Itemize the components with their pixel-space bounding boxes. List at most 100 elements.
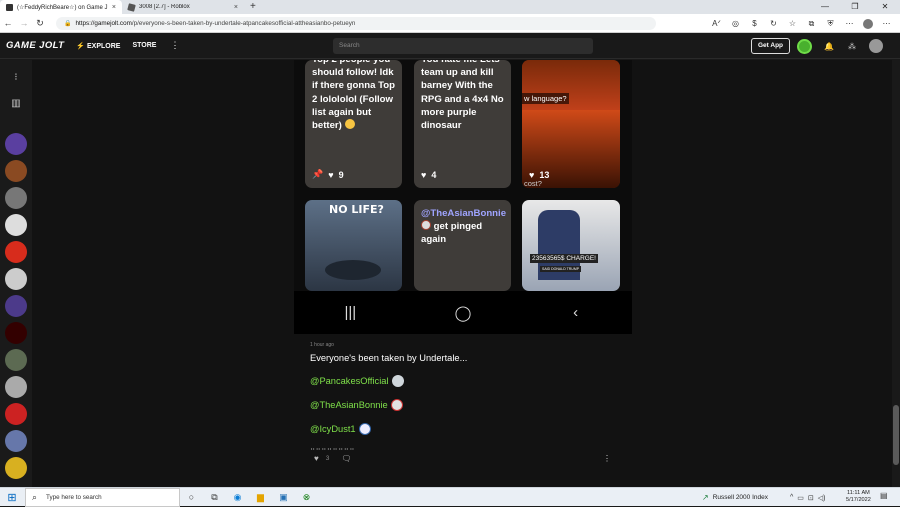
community-avatar[interactable]: [5, 214, 27, 236]
shopping-icon[interactable]: $: [749, 19, 760, 28]
user-avatar[interactable]: [869, 39, 883, 53]
refresh-extension-icon[interactable]: ↻: [768, 19, 779, 28]
windows-start-icon[interactable]: ⊞: [3, 491, 21, 504]
chat-icon[interactable]: ⁝: [8, 70, 24, 86]
explore-link[interactable]: ⚡ EXPLORE: [76, 42, 120, 50]
feed-card: w language? cost? ♥ 13: [522, 60, 620, 188]
collections-icon[interactable]: ⧉: [806, 19, 817, 29]
taskbar-clock[interactable]: 11:11 AM 5/17/2022: [846, 490, 871, 504]
community-avatar[interactable]: [5, 457, 27, 479]
extension-icon[interactable]: ⛨: [825, 19, 836, 29]
xbox-icon[interactable]: ⊗: [295, 492, 318, 503]
community-avatar[interactable]: [5, 322, 27, 344]
community-avatar[interactable]: [5, 241, 27, 263]
community-avatar[interactable]: [5, 187, 27, 209]
volume-icon[interactable]: ◁): [818, 494, 826, 502]
post-body: 1 hour ago Everyone's been taken by Unde…: [310, 342, 640, 454]
like-count[interactable]: 3: [326, 455, 330, 462]
comment-icon[interactable]: 🗨: [341, 454, 351, 463]
back-button[interactable]: ←: [0, 18, 16, 28]
browser-profile-avatar[interactable]: [863, 18, 873, 29]
tab-close-icon[interactable]: ×: [234, 4, 238, 11]
home-icon: ◯: [454, 304, 472, 322]
egg-sticker-icon: [391, 374, 404, 387]
card-likes: 13: [539, 170, 550, 180]
nav-more-icon[interactable]: ⋮: [170, 40, 179, 51]
more-tools-icon[interactable]: ⋯: [844, 19, 855, 28]
market-label: Russell 2000 Index: [712, 494, 768, 501]
lock-icon: 🔒: [64, 20, 72, 27]
mention-asianbonnie[interactable]: @TheAsianBonnie: [310, 398, 640, 411]
url-host: https://gamejolt.com: [75, 19, 132, 27]
heart-icon: ♥: [529, 170, 535, 180]
maximize-button[interactable]: ❐: [840, 0, 870, 14]
trend-up-icon: ↗: [702, 493, 709, 502]
favorites-icon[interactable]: ☆: [787, 19, 798, 28]
quest-avatar-icon[interactable]: [797, 38, 812, 54]
community-avatar[interactable]: [5, 133, 27, 155]
community-avatar[interactable]: [5, 403, 27, 425]
card-text: @TheAsianBonnie get pinged again: [421, 208, 507, 246]
edge-icon[interactable]: ◉: [226, 492, 249, 503]
mention-icydust[interactable]: @IcyDust1: [310, 422, 640, 435]
feed-card: @TheAsianBonnie get pinged again: [414, 200, 511, 291]
tab-roblox[interactable]: 3008 [2.7] - Roblox ×: [122, 0, 244, 14]
community-avatar[interactable]: [5, 376, 27, 398]
bonnie-emoji-icon: [421, 220, 431, 231]
reload-button[interactable]: ↻: [32, 18, 48, 29]
like-heart-icon[interactable]: ♥: [314, 454, 319, 463]
card-likes: 9: [338, 169, 344, 180]
post-more-icon[interactable]: ⋮: [603, 454, 611, 463]
minimize-button[interactable]: —: [810, 0, 840, 14]
post-image[interactable]: Top 2 people you should follow! Idk if t…: [294, 60, 632, 334]
search-input[interactable]: Search: [333, 38, 593, 54]
scrollbar-thumb[interactable]: [893, 405, 899, 465]
tray-expand-icon[interactable]: ^: [790, 494, 793, 501]
browser-tab-bar: (☆FeddyRichBeare☆) on Game J × 3008 [2.7…: [0, 0, 900, 14]
get-app-button[interactable]: Get App: [751, 38, 790, 54]
post-dots: ⠒⠒⠒⠒⠒⠒⠒⠒: [310, 447, 356, 454]
tab-gamejolt[interactable]: (☆FeddyRichBeare☆) on Game J ×: [0, 0, 122, 14]
community-avatar[interactable]: [5, 160, 27, 182]
battery-icon[interactable]: ▭: [797, 494, 804, 502]
read-aloud-icon[interactable]: Aᐟ: [711, 19, 722, 28]
community-avatar[interactable]: [5, 268, 27, 290]
community-avatar[interactable]: [5, 430, 27, 452]
file-explorer-icon[interactable]: ▆: [249, 492, 272, 503]
bonnie-sticker-icon: [390, 398, 403, 411]
forward-button[interactable]: →: [16, 18, 32, 28]
page-scrollbar[interactable]: [892, 60, 900, 487]
gamejolt-logo[interactable]: GAME JOLT: [6, 40, 64, 51]
card-text: You hate me Lets team up and kill barney…: [421, 60, 504, 132]
sans-sticker-icon: [358, 422, 371, 435]
store-icon[interactable]: ▣: [272, 492, 295, 503]
network-icon[interactable]: ⊡: [808, 494, 814, 502]
community-avatar[interactable]: [5, 349, 27, 371]
notifications-bell-icon[interactable]: 🔔: [823, 42, 835, 51]
explore-icon: ⚡: [76, 42, 86, 50]
notification-center-icon[interactable]: ▤: [880, 491, 888, 500]
settings-menu-icon[interactable]: ⋯: [881, 19, 892, 28]
store-link[interactable]: STORE: [132, 42, 156, 49]
post-time-ago[interactable]: 1 hour ago: [310, 342, 640, 348]
cortana-icon[interactable]: ○: [180, 492, 203, 502]
mention-pancakes[interactable]: @PancakesOfficial: [310, 374, 640, 387]
task-view-icon[interactable]: ⧉: [203, 492, 226, 503]
tab-close-icon[interactable]: ×: [112, 4, 116, 11]
activity-icon[interactable]: ⁂: [846, 42, 858, 51]
gamejolt-topbar: GAME JOLT ⚡ EXPLORE STORE ⋮ Search Get A…: [0, 33, 900, 59]
clock-date: 5/17/2022: [846, 497, 871, 503]
card-meta: ♥ 13: [529, 170, 549, 180]
taskbar-search-input[interactable]: Type here to search: [25, 487, 180, 507]
close-window-button[interactable]: ✕: [870, 0, 900, 14]
back-arrow-icon: ‹: [573, 304, 579, 321]
url-field[interactable]: 🔒 https://gamejolt.com/p/everyone-s-been-…: [56, 16, 656, 30]
community-avatar[interactable]: [5, 295, 27, 317]
system-tray: ^ ▭ ⊡ ◁): [790, 488, 826, 507]
library-icon[interactable]: ▥: [8, 96, 24, 112]
tracking-icon[interactable]: ◎: [730, 19, 741, 28]
browser-toolbar: Aᐟ ◎ $ ↻ ☆ ⧉ ⛨ ⋯ ⋯: [711, 14, 892, 33]
market-widget[interactable]: ↗ Russell 2000 Index: [702, 488, 768, 507]
new-tab-button[interactable]: +: [244, 0, 262, 14]
meme-subcaption: SAID DONALD TRUMP: [540, 266, 582, 272]
